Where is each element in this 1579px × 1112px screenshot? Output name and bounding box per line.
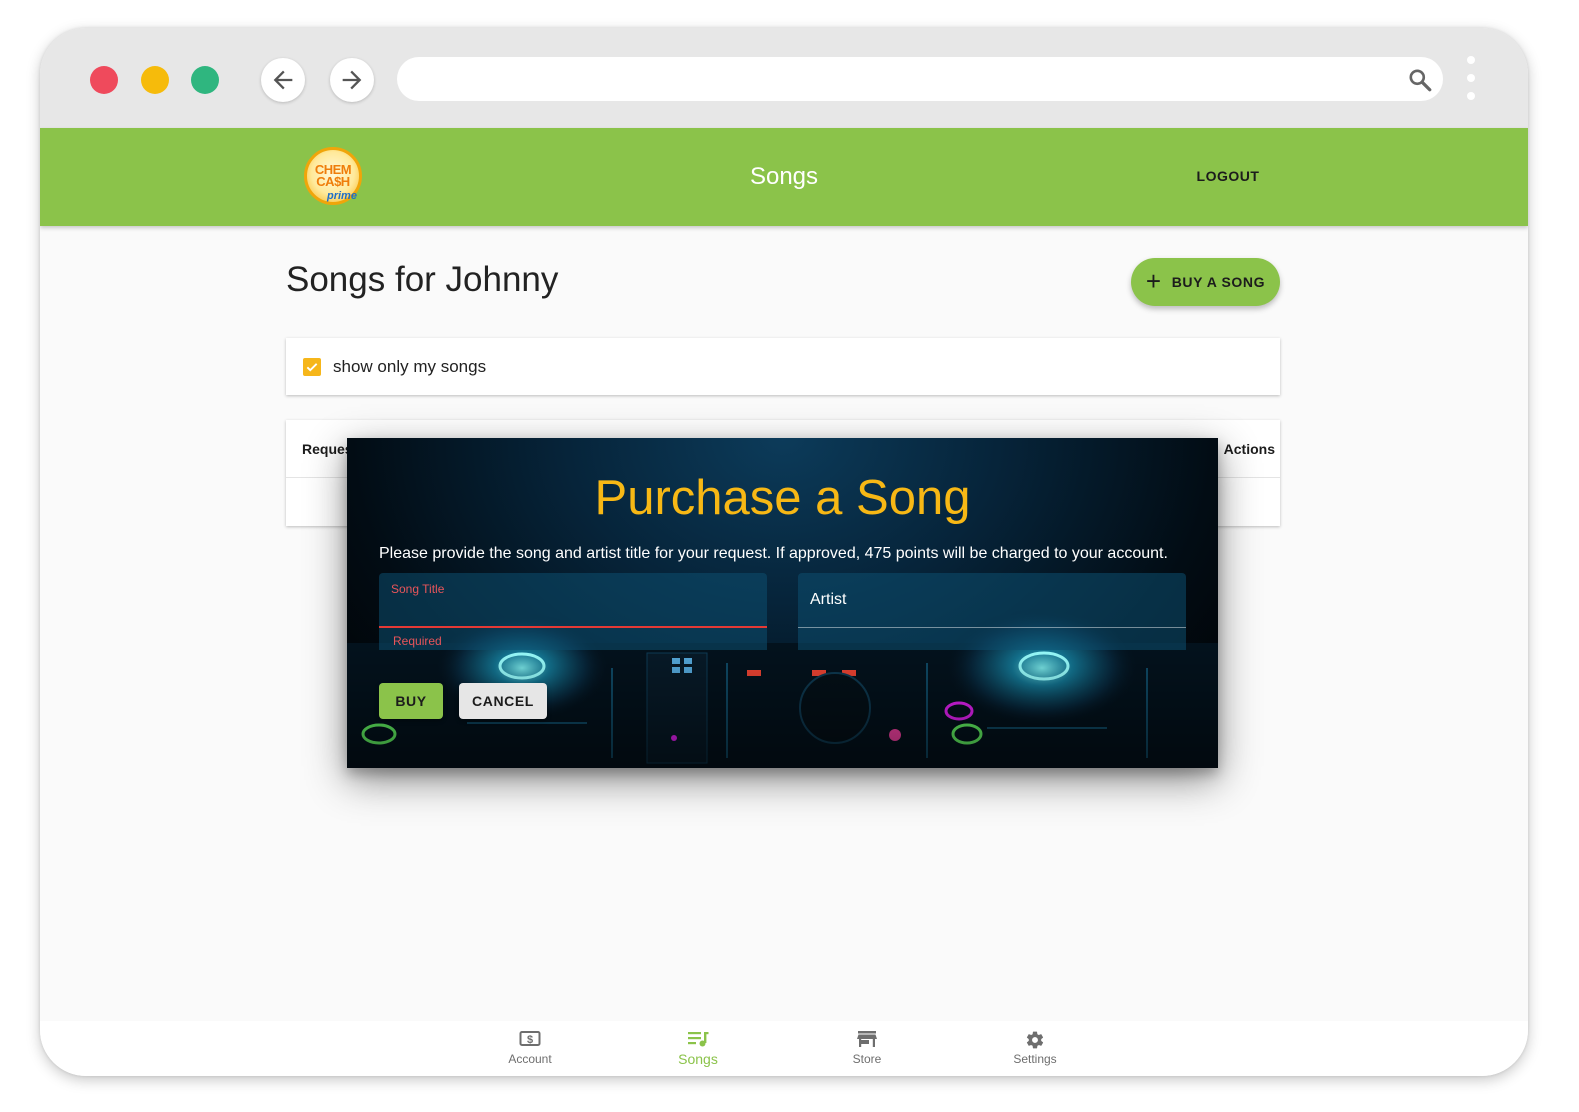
purchase-song-dialog: Purchase a Song Please provide the song …	[347, 438, 1218, 768]
browser-window: CHEM CA$H prime Songs LOGOUT Songs for J…	[40, 28, 1528, 1076]
bottom-navigation: $ Account Songs Store Settings	[40, 1021, 1528, 1076]
dialog-message: Please provide the song and artist title…	[379, 545, 1168, 562]
nav-item-settings[interactable]: Settings	[975, 1021, 1095, 1076]
song-title-error-underline	[379, 626, 767, 628]
account-dollar-icon: $	[519, 1031, 541, 1046]
store-icon	[857, 1031, 877, 1047]
arrow-left-icon	[273, 70, 293, 90]
column-header-requested[interactable]: Reques	[302, 441, 353, 457]
more-menu-icon[interactable]	[1464, 54, 1478, 104]
app-title: Songs	[749, 163, 819, 190]
nav-label-songs: Songs	[678, 1051, 718, 1067]
song-title-required-hint: Required	[393, 634, 442, 648]
checkmark-icon	[306, 363, 318, 372]
address-bar[interactable]	[397, 57, 1443, 101]
buy-a-song-label: BUY A SONG	[1171, 274, 1266, 290]
cancel-button[interactable]: CANCEL	[459, 683, 547, 719]
forward-button[interactable]	[330, 58, 374, 102]
filter-card: show only my songs	[286, 338, 1280, 395]
buy-a-song-button[interactable]: + BUY A SONG	[1131, 258, 1280, 306]
nav-label-store: Store	[852, 1052, 882, 1066]
app-bar: CHEM CA$H prime Songs LOGOUT	[40, 128, 1528, 226]
artist-field[interactable]: Artist	[798, 573, 1186, 650]
page-title: Songs for Johnny	[286, 260, 559, 299]
minimize-window-dot[interactable]	[141, 66, 169, 94]
plus-icon: +	[1145, 265, 1162, 296]
artist-underline	[798, 627, 1186, 628]
nav-label-settings: Settings	[1013, 1052, 1057, 1066]
artist-placeholder: Artist	[810, 591, 847, 608]
show-my-songs-label[interactable]: show only my songs	[333, 357, 486, 377]
back-button[interactable]	[261, 58, 305, 102]
arrow-right-icon	[342, 70, 362, 90]
dialog-title: Purchase a Song	[594, 471, 971, 525]
logout-button[interactable]: LOGOUT	[1188, 168, 1268, 184]
column-header-actions: Actions	[1223, 441, 1275, 457]
buy-button[interactable]: BUY	[379, 683, 443, 719]
music-queue-icon	[688, 1032, 709, 1047]
nav-item-account[interactable]: $ Account	[470, 1021, 590, 1076]
nav-item-store[interactable]: Store	[807, 1021, 927, 1076]
svg-text:$: $	[527, 1034, 533, 1046]
song-title-label: Song Title	[391, 582, 445, 596]
nav-item-songs[interactable]: Songs	[638, 1021, 758, 1076]
gear-icon	[1026, 1031, 1044, 1049]
close-window-dot[interactable]	[90, 66, 118, 94]
browser-toolbar	[40, 28, 1528, 128]
song-title-field[interactable]: Song Title Required	[379, 573, 767, 650]
nav-label-account: Account	[508, 1052, 552, 1066]
search-icon[interactable]	[1407, 67, 1433, 93]
maximize-window-dot[interactable]	[191, 66, 219, 94]
show-my-songs-checkbox[interactable]	[303, 358, 321, 376]
